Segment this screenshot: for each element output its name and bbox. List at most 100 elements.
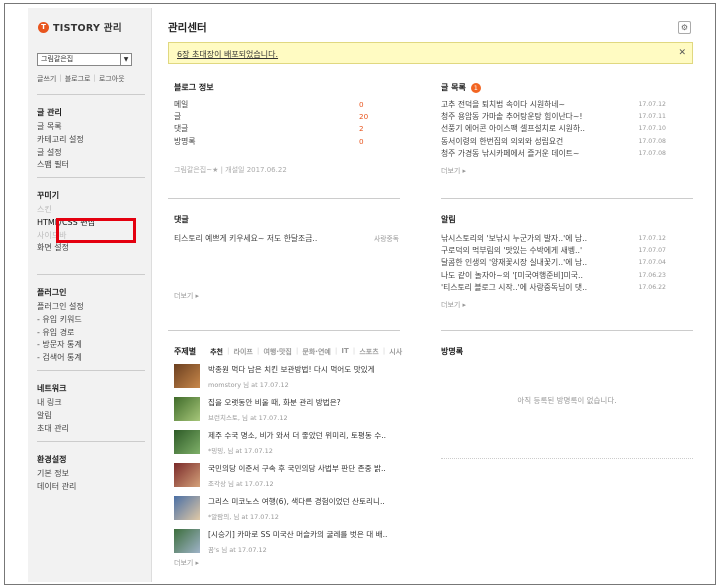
divider [168,198,400,199]
guestbook-title: 방명록 [441,347,464,356]
stat-row: 방명록 0 [174,136,379,148]
notice-text[interactable]: 6장 초대장이 배포되었습니다. [177,49,278,60]
post-item[interactable]: 청주 가경동 낚시카페에서 즐거운 데이트~ 17.07.08 [441,148,666,160]
nav-item-screen-settings[interactable]: 화면 설정 [37,242,145,255]
post-title[interactable]: 청주 용암동 가마솥 추어탕운탕 힘이난다~! [441,111,583,123]
topic-feed-header: 주제별 추천 | 라이프 | 여행·맛집 | 문화·연예 | IT | 스포츠 … [174,346,414,357]
tab-sports[interactable]: 스포츠 [359,347,378,357]
tab-it[interactable]: IT [341,347,348,357]
alert-item[interactable]: '티스토리 블로그 시작..'에 사랑중독님이 댓.. 17.06.22 [441,282,666,294]
comment-item[interactable]: 티스토리 예쁘게 키우세요~ 저도 한달조금.. 사랑중독 [174,233,399,245]
feed-title[interactable]: 집을 오랫동안 비울 때, 화분 관리 방법은? [208,397,341,408]
thumbnail[interactable] [174,430,200,454]
nav-item-inflow-path[interactable]: - 유입 경로 [37,327,145,340]
post-title[interactable]: 청주 가경동 낚시카페에서 즐거운 데이트~ [441,148,579,160]
alert-text[interactable]: 나도 같이 놀자아~의 '[미국여행준비]미국.. [441,270,583,282]
divider [37,441,145,442]
feed-item[interactable]: 집을 오랫동안 비울 때, 화분 관리 방법은? 브런치스토, 님 at 17.… [174,397,414,423]
thumbnail[interactable] [174,496,200,520]
post-date: 17.07.08 [638,137,666,145]
nav-group-title: 플러그인 [37,288,67,297]
topic-feed-title: 주제별 [174,347,197,356]
tab-news[interactable]: 시사 [389,347,402,357]
nav-item-skin[interactable]: 스킨 [37,204,145,217]
stat-row: 글 20 [174,111,379,123]
post-title[interactable]: 선풍기 에어콘 아이스팩 셀프설치로 시원하.. [441,123,585,135]
divider [441,458,693,459]
go-blog-link[interactable]: 블로그로 [65,74,91,84]
feed-item[interactable]: 제주 수국 명소, 비가 와서 더 좋았던 위미리, 토평동 수.. *밍밍, … [174,430,414,456]
post-item[interactable]: 고추 전덕을 퇴치법 속이다 시원하네~ 17.07.12 [441,99,666,111]
nav-item-basic-info[interactable]: 기본 정보 [37,468,145,481]
feed-title[interactable]: 박종원 먹다 남은 치킨 보관방법! 다시 먹어도 맛있게 [208,364,375,375]
tistory-logo[interactable]: T TISTORY 관리 [38,20,122,34]
feed-item[interactable]: 그리스 미코노스 여행(6), 색다른 경험이었던 산토리니.. *알람의, 님… [174,496,414,522]
alert-item[interactable]: 구로덕의 먹부림의 '맛있는 수박에게 새벵..' 17.07.07 [441,245,666,257]
thumbnail[interactable] [174,364,200,388]
divider [37,274,145,275]
stat-value[interactable]: 0 [359,136,379,148]
nav-item-data-manage[interactable]: 데이터 관리 [37,481,145,494]
divider [168,330,400,331]
tab-travel[interactable]: 여행·맛집 [263,347,291,357]
stat-label: 댓글 [174,124,189,134]
close-icon[interactable]: ✕ [678,48,686,58]
nav-item-search-stats[interactable]: - 검색어 통계 [37,352,145,365]
stat-value[interactable]: 0 [359,99,379,111]
feed-item[interactable]: [시승기] 카마로 SS 미국산 머슬카의 굴레를 벗은 대 배.. 꿈's 님… [174,529,414,555]
feed-title[interactable]: 제주 수국 명소, 비가 와서 더 좋았던 위미리, 토평동 수.. [208,430,386,441]
post-item[interactable]: 선풍기 에어콘 아이스팩 셀프설치로 시원하.. 17.07.10 [441,123,666,135]
post-title[interactable]: 동서이령의 한번집의 의외와 성립요건 [441,136,563,148]
alert-text[interactable]: 낚시스토리의 '보낚시 누군가의 발자..'에 남.. [441,233,587,245]
comment-text[interactable]: 티스토리 예쁘게 키우세요~ 저도 한달조금.. [174,233,317,245]
nav-item-post-list[interactable]: 글 목록 [37,121,145,134]
post-item[interactable]: 동서이령의 한번집의 의외와 성립요건 17.07.08 [441,136,666,148]
stat-value[interactable]: 20 [359,111,379,123]
topic-feed-panel: 주제별 추천 | 라이프 | 여행·맛집 | 문화·연예 | IT | 스포츠 … [174,346,414,568]
nav-item-spam-filter[interactable]: 스팸 필터 [37,159,145,172]
tab-life[interactable]: 라이프 [234,347,253,357]
nav-item-invite-manage[interactable]: 초대 관리 [37,423,145,436]
alert-text[interactable]: 구로덕의 먹부림의 '맛있는 수박에게 새벵..' [441,245,582,257]
feed-title[interactable]: 국민의당 이준서 구속 후 국민의당 사법부 판단 존중 밝.. [208,463,386,474]
blog-select-value: 그림갈은집 [41,55,74,63]
write-link[interactable]: 글쓰기 [37,74,56,84]
stat-label: 메일 [174,100,189,109]
divider [37,177,145,178]
alert-date: 17.07.07 [638,247,666,255]
nav-item-category-settings[interactable]: 카테고리 설정 [37,134,145,147]
alert-text[interactable]: 달콤한 인생의 '양재꽃시장 실내꽃기..'에 남.. [441,257,587,269]
alert-item[interactable]: 달콤한 인생의 '양재꽃시장 실내꽃기..'에 남.. 17.07.04 [441,257,666,269]
alert-item[interactable]: 나도 같이 놀자아~의 '[미국여행준비]미국.. 17.06.23 [441,270,666,282]
feed-title[interactable]: [시승기] 카마로 SS 미국산 머슬카의 굴레를 벗은 대 배.. [208,529,387,540]
alert-item[interactable]: 낚시스토리의 '보낚시 누군가의 발자..'에 남.. 17.07.12 [441,233,666,245]
nav-item-plugin-settings[interactable]: 플러그인 설정 [37,301,145,314]
tistory-logo-icon: T [38,21,49,33]
feed-item[interactable]: 국민의당 이준서 구속 후 국민의당 사법부 판단 존중 밝.. 조각상 님 a… [174,463,414,489]
logout-link[interactable]: 로그아웃 [99,74,125,84]
blog-select[interactable]: 그림갈은집 ▼ [37,53,132,66]
thumbnail[interactable] [174,529,200,553]
thumbnail[interactable] [174,463,200,487]
stat-value[interactable]: 2 [359,123,379,135]
post-title[interactable]: 고추 전덕을 퇴치법 속이다 시원하네~ [441,99,565,111]
nav-item-my-links[interactable]: 내 링크 [37,397,145,410]
stat-row: 메일 0 [174,99,379,111]
nav-item-post-settings[interactable]: 글 설정 [37,147,145,160]
thumbnail[interactable] [174,397,200,421]
tab-recommended[interactable]: 추천 [210,347,223,357]
more-link[interactable]: 더보기 ▸ [174,558,414,568]
post-item[interactable]: 청주 용암동 가마솥 추어탕운탕 힘이난다~! 17.07.11 [441,111,666,123]
chevron-down-icon: ▼ [120,54,131,65]
more-link[interactable]: 더보기 ▸ [174,291,399,301]
more-link[interactable]: 더보기 ▸ [441,300,666,310]
gear-icon[interactable]: ⚙ [678,21,691,34]
tab-culture[interactable]: 문화·연예 [302,347,330,357]
nav-item-alerts[interactable]: 알림 [37,410,145,423]
alert-text[interactable]: '티스토리 블로그 시작..'에 사랑중독님이 댓.. [441,282,587,294]
feed-title[interactable]: 그리스 미코노스 여행(6), 색다른 경험이었던 산토리니.. [208,496,385,507]
feed-item[interactable]: 박종원 먹다 남은 치킨 보관방법! 다시 먹어도 맛있게 momstory 님… [174,364,414,390]
nav-item-inflow-keyword[interactable]: - 유입 키워드 [37,314,145,327]
more-link[interactable]: 더보기 ▸ [441,166,666,176]
nav-item-visitor-stats[interactable]: - 방문자 통계 [37,339,145,352]
